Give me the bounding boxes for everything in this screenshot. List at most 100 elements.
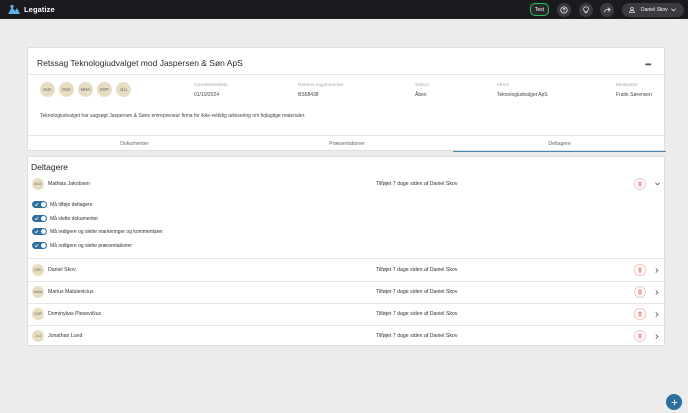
logo[interactable]: Legatize (7, 0, 55, 19)
avatar: MMA (32, 286, 44, 298)
participant-name: Dominykas Plesevičius (48, 311, 102, 317)
permission-label: Må slette dokumenter (50, 215, 99, 222)
avatar: JLU (32, 330, 44, 342)
divider (28, 74, 666, 75)
avatar[interactable]: MMA (78, 82, 93, 97)
chevron-right-icon (655, 311, 659, 317)
delete-participant-button[interactable] (634, 330, 646, 342)
permission-edit-presentations: Må redigere og slette præsentationer (32, 241, 132, 250)
avatar[interactable]: DSK (59, 82, 74, 97)
permission-label: Må redigere og slette præsentationer (50, 242, 132, 249)
meta-counterparty: Modparter Frank Sørensen (616, 83, 652, 98)
meta-value: Teknologiudvalget ApS (497, 92, 548, 98)
permission-delete-documents: Må slette dokumenter (32, 214, 98, 223)
meta-label: Klient (497, 83, 509, 88)
permission-label: Må redigere og slette markeringer og kom… (50, 228, 163, 235)
trash-icon (638, 289, 642, 295)
meta-value: BS58438 (298, 92, 319, 98)
meta-value: Åben (415, 92, 427, 98)
meta-label: Status (415, 83, 429, 88)
delete-participant-button[interactable] (634, 178, 646, 190)
participant-row[interactable]: MJA Mathias Jakobsen Tilføjet 7 dage sid… (28, 173, 666, 195)
check-icon (34, 216, 39, 221)
chevron-right-icon (655, 289, 659, 295)
more-options-icon[interactable]: ••• (645, 60, 651, 69)
participant-row[interactable]: JLU Jonathan Lund Tilføjet 7 dage siden … (28, 325, 666, 347)
permission-toggle[interactable] (32, 200, 47, 209)
share-icon (604, 7, 611, 13)
avatar[interactable]: MJA (40, 82, 55, 97)
chevron-down-icon (654, 182, 660, 186)
expand-chevron[interactable] (653, 332, 661, 340)
trash-icon (638, 311, 642, 317)
user-menu[interactable]: Daniel Skov (622, 3, 684, 17)
meta-status: Status Åben (415, 83, 429, 98)
case-title: Retssag Teknologiudvalget mod Jaspersen … (37, 58, 243, 68)
participants-card: Deltagere MJA Mathias Jakobsen Tilføjet … (27, 156, 666, 347)
check-icon (34, 243, 39, 248)
meta-created: Oprettelsesdato 01/10/2024 (194, 83, 228, 98)
permission-add-participants: Må tilføje deltagere (32, 200, 93, 209)
meta-value: Frank Sørensen (616, 92, 652, 98)
delete-participant-button[interactable] (634, 308, 646, 320)
meta-label: Oprettelsesdato (194, 83, 228, 88)
tab-presentations[interactable]: Præsentationer (241, 136, 454, 152)
participant-name: Mathias Jakobsen (48, 181, 90, 187)
participant-row[interactable]: MMA Marius Matulevicius Tilføjet 7 dage … (28, 281, 666, 303)
legatize-logo-icon (8, 4, 20, 14)
trash-icon (638, 333, 642, 339)
check-icon (34, 202, 39, 207)
user-icon (629, 7, 635, 13)
help-button[interactable] (557, 3, 571, 17)
trash-icon (638, 267, 642, 273)
ideas-button[interactable] (579, 3, 593, 17)
chevron-right-icon (655, 267, 659, 273)
permission-toggle[interactable] (32, 227, 47, 236)
participant-name: Marius Matulevicius (48, 289, 94, 295)
participant-added: Tilføjet 7 dage siden af Daniel Skov (376, 267, 458, 273)
permission-toggle[interactable] (32, 241, 47, 250)
meta-value: 01/10/2024 (194, 92, 220, 98)
permission-edit-markings: Må redigere og slette markeringer og kom… (32, 227, 163, 236)
meta-client: Klient Teknologiudvalget ApS (497, 83, 548, 98)
meta-label: Rettens sagsnummer (298, 83, 344, 88)
participant-row[interactable]: DSK Daniel Skov Tilføjet 7 dage siden af… (28, 259, 666, 281)
participant-row[interactable]: DOP Dominykas Plesevičius Tilføjet 7 dag… (28, 303, 666, 325)
participant-added: Tilføjet 7 dage siden af Daniel Skov (376, 181, 458, 187)
top-bar: Legatize Test Daniel Skov (0, 0, 688, 19)
add-button[interactable] (666, 394, 682, 410)
help-icon (560, 6, 568, 14)
case-avatars: MJA DSK MMA DOP JLU (40, 82, 135, 97)
lightbulb-icon (583, 6, 589, 14)
app-name: Legatize (24, 5, 55, 14)
delete-participant-button[interactable] (634, 286, 646, 298)
tab-participants[interactable]: Deltagere (453, 136, 666, 152)
user-name: Daniel Skov (641, 7, 668, 13)
chevron-right-icon (655, 333, 659, 339)
avatar: DOP (32, 308, 44, 320)
expand-chevron[interactable] (653, 266, 661, 274)
collapse-chevron[interactable] (653, 180, 661, 188)
case-tabs: Dokumenter Præsentationer Deltagere (28, 135, 666, 152)
case-card: Retssag Teknologiudvalget mod Jaspersen … (27, 47, 666, 152)
permission-toggle[interactable] (32, 214, 47, 223)
participant-added: Tilføjet 7 dage siden af Daniel Skov (376, 333, 458, 339)
meta-label: Modparter (616, 83, 638, 88)
delete-participant-button[interactable] (634, 264, 646, 276)
expand-chevron[interactable] (653, 310, 661, 318)
check-icon (34, 229, 39, 234)
avatar[interactable]: DOP (97, 82, 112, 97)
participant-added: Tilføjet 7 dage siden af Daniel Skov (376, 289, 458, 295)
chevron-down-icon (670, 8, 676, 12)
trash-icon (638, 181, 642, 187)
avatar: MJA (32, 178, 44, 190)
expand-chevron[interactable] (653, 288, 661, 296)
meta-court-number: Rettens sagsnummer BS58438 (298, 83, 344, 98)
plus-icon (671, 399, 677, 405)
share-button[interactable] (600, 3, 614, 17)
tab-documents[interactable]: Dokumenter (28, 136, 241, 152)
case-description: Teknologiudvalget har sagsøgt Jaspersen … (40, 113, 306, 119)
participant-name: Jonathan Lund (48, 333, 83, 339)
environment-badge[interactable]: Test (530, 3, 549, 16)
avatar[interactable]: JLU (116, 82, 131, 97)
